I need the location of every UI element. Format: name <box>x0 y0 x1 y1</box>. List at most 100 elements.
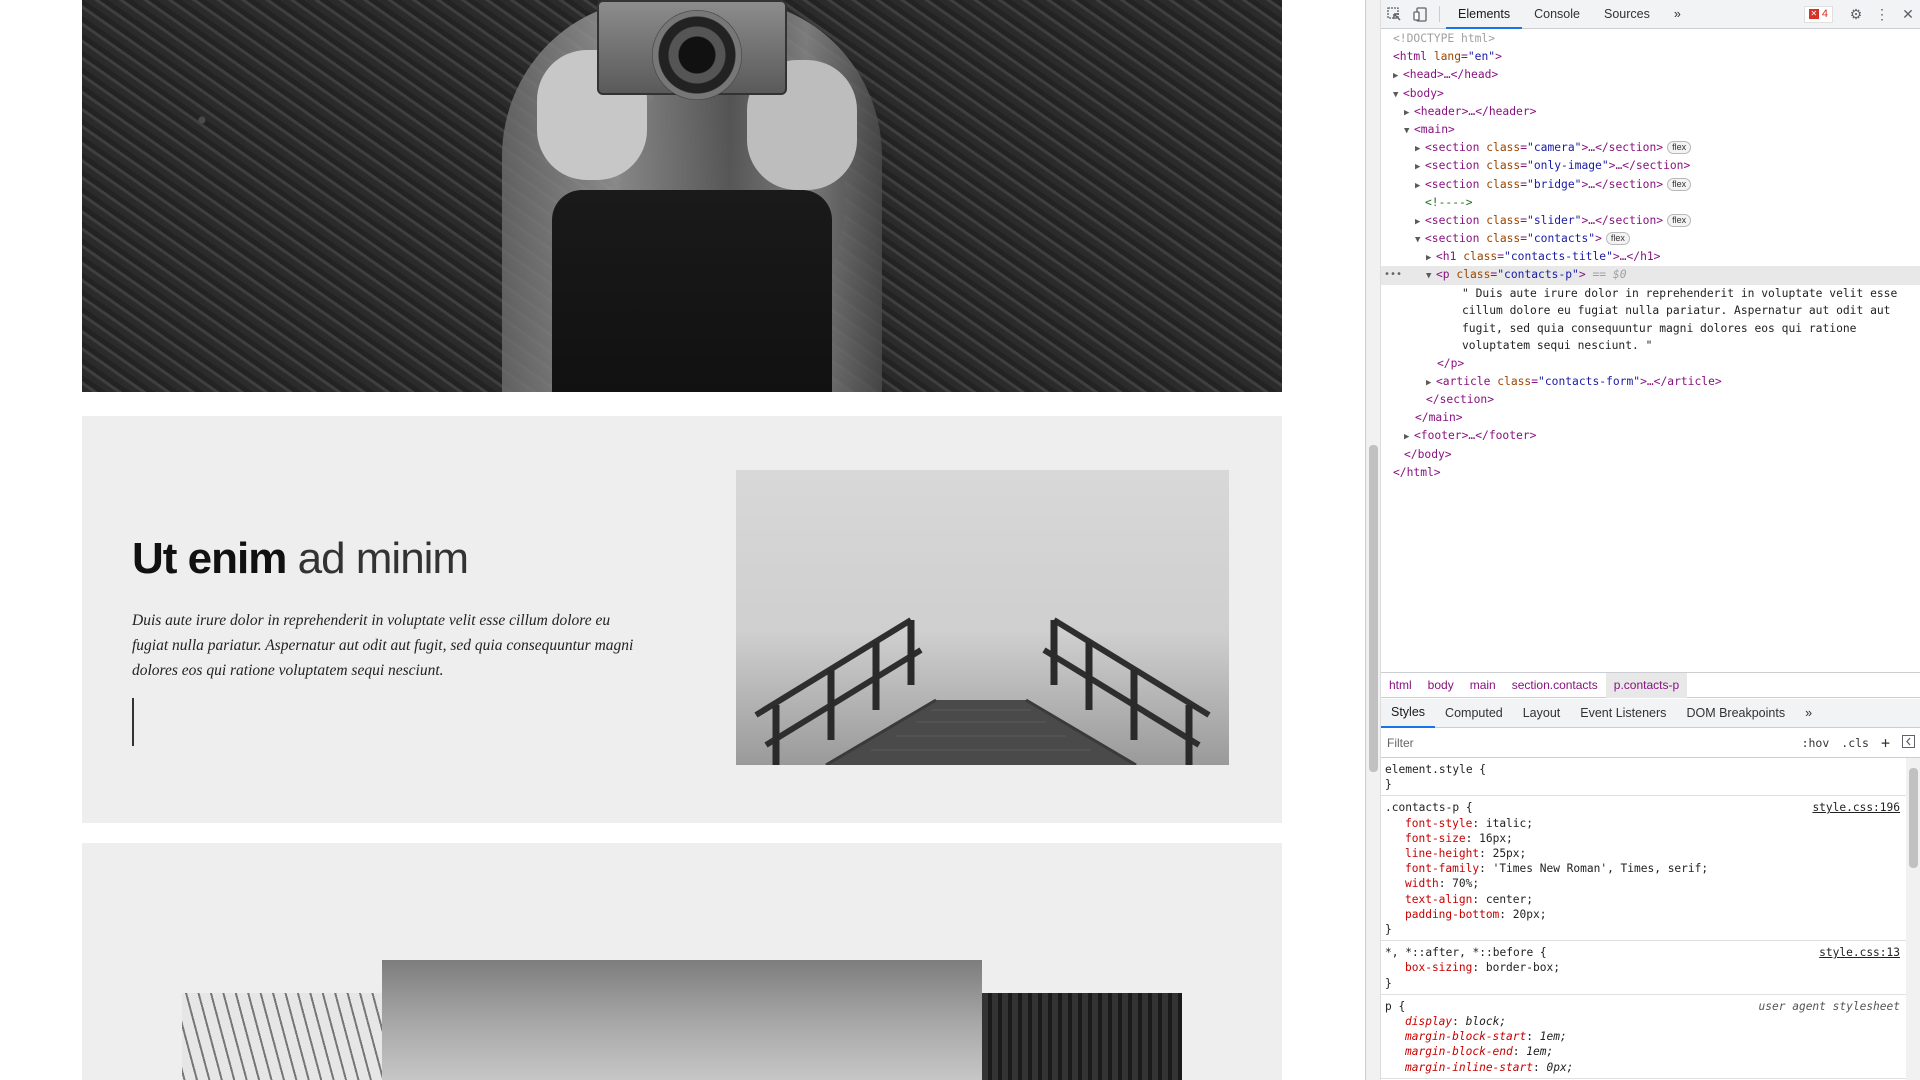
more-actions-icon[interactable]: ••• <box>1384 266 1402 284</box>
dom-section-slider[interactable]: ▶ <section class="slider">…</section> flex <box>1381 212 1920 230</box>
slide-next[interactable] <box>982 993 1182 1080</box>
css-property[interactable]: width: 70%; <box>1385 876 1902 891</box>
expand-triangle-icon[interactable]: ▶ <box>1415 177 1425 195</box>
page-scrollbar-thumb[interactable] <box>1369 445 1378 772</box>
dom-h1-contacts-title[interactable]: ▶ <h1 class="contacts-title">…</h1> <box>1381 248 1920 266</box>
property-name[interactable]: padding-bottom <box>1405 908 1499 921</box>
css-property[interactable]: text-align: center; <box>1385 892 1902 907</box>
css-property[interactable]: box-sizing: border-box; <box>1385 960 1902 975</box>
tab-styles[interactable]: Styles <box>1381 699 1436 728</box>
expand-triangle-icon[interactable]: ▶ <box>1426 249 1436 267</box>
element-style-selector[interactable]: element.style { <box>1385 762 1902 777</box>
filter-input[interactable] <box>1381 732 1796 754</box>
new-rule-button[interactable]: + <box>1875 734 1896 752</box>
css-property[interactable]: padding-bottom: 20px; <box>1385 907 1902 922</box>
dom-p-text-node[interactable]: " Duis aute irure dolor in reprehenderit… <box>1381 285 1920 355</box>
dom-tree[interactable]: <!DOCTYPE html> <html lang="en"> ▶ <head>… <box>1381 30 1920 672</box>
dom-doctype[interactable]: <!DOCTYPE html> <box>1381 30 1920 48</box>
expand-triangle-icon[interactable]: ▶ <box>1415 158 1425 176</box>
rule-universal[interactable]: style.css:13 *, *::after, *::before { bo… <box>1381 941 1906 995</box>
breadcrumb-html[interactable]: html <box>1381 673 1420 698</box>
css-property[interactable]: font-family: 'Times New Roman', Times, s… <box>1385 861 1902 876</box>
property-value[interactable]: 20px; <box>1513 908 1547 921</box>
property-name[interactable]: font-size <box>1405 832 1466 845</box>
inspect-element-icon[interactable] <box>1381 0 1407 28</box>
dom-main-open[interactable]: ▼ <main> <box>1381 121 1920 139</box>
css-property[interactable]: font-size: 16px; <box>1385 831 1902 846</box>
property-value[interactable]: 16px; <box>1479 832 1513 845</box>
property-name[interactable]: font-family <box>1405 862 1479 875</box>
property-name[interactable]: line-height <box>1405 847 1479 860</box>
dom-header[interactable]: ▶ <header>…</header> <box>1381 103 1920 121</box>
flex-badge[interactable]: flex <box>1667 177 1692 191</box>
more-tabs-button[interactable]: » <box>1662 0 1693 29</box>
flex-badge[interactable]: flex <box>1667 213 1692 227</box>
settings-gear-icon[interactable]: ⚙ <box>1843 0 1869 28</box>
breadcrumb-main[interactable]: main <box>1462 673 1504 698</box>
breadcrumb-section-contacts[interactable]: section.contacts <box>1504 673 1606 698</box>
tab-layout[interactable]: Layout <box>1513 699 1571 728</box>
property-value[interactable]: 70%; <box>1452 877 1479 890</box>
cls-toggle-button[interactable]: .cls <box>1835 736 1875 750</box>
collapse-triangle-icon[interactable]: ▼ <box>1415 231 1425 249</box>
expand-triangle-icon[interactable]: ▶ <box>1415 140 1425 158</box>
property-name[interactable]: font-style <box>1405 817 1472 830</box>
collapse-triangle-icon[interactable]: ▼ <box>1426 267 1436 285</box>
property-value[interactable]: 'Times New Roman', Times, serif; <box>1493 862 1709 875</box>
tab-computed[interactable]: Computed <box>1435 699 1513 728</box>
kebab-menu-icon[interactable]: ⋮ <box>1869 0 1895 28</box>
dom-body-close[interactable]: </body> <box>1381 446 1920 464</box>
css-property[interactable]: font-style: italic; <box>1385 816 1902 831</box>
flex-badge[interactable]: flex <box>1667 141 1692 155</box>
css-property[interactable]: line-height: 25px; <box>1385 846 1902 861</box>
more-subtabs-button[interactable]: » <box>1795 699 1822 728</box>
styles-pane[interactable]: element.style { } style.css:196 .contact… <box>1381 758 1906 1080</box>
device-toolbar-icon[interactable] <box>1407 0 1433 28</box>
breadcrumb-body[interactable]: body <box>1420 673 1462 698</box>
dom-article-contacts-form[interactable]: ▶ <article class="contacts-form">…</artic… <box>1381 373 1920 391</box>
dom-footer[interactable]: ▶ <footer>…</footer> <box>1381 427 1920 445</box>
dom-section-only-image[interactable]: ▶ <section class="only-image">…</section> <box>1381 157 1920 175</box>
styles-scrollbar-thumb[interactable] <box>1909 768 1918 868</box>
page-scrollbar[interactable] <box>1366 0 1381 1080</box>
dom-head[interactable]: ▶ <head>…</head> <box>1381 66 1920 84</box>
property-value[interactable]: border-box; <box>1486 961 1560 974</box>
property-name[interactable]: text-align <box>1405 893 1472 906</box>
tab-sources[interactable]: Sources <box>1592 0 1662 29</box>
expand-triangle-icon[interactable]: ▶ <box>1426 374 1436 392</box>
dom-section-close[interactable]: </section> <box>1381 391 1920 409</box>
dom-html-open[interactable]: <html lang="en"> <box>1381 48 1920 66</box>
property-value[interactable]: italic; <box>1486 817 1533 830</box>
flex-badge[interactable]: flex <box>1605 232 1630 246</box>
slide-previous[interactable] <box>182 993 382 1080</box>
dom-p-close[interactable]: </p> <box>1381 355 1920 373</box>
property-value[interactable]: center; <box>1486 893 1533 906</box>
breadcrumb-p-contacts[interactable]: p.contacts-p <box>1605 672 1688 698</box>
expand-triangle-icon[interactable]: ▶ <box>1404 428 1414 446</box>
rule-source-link[interactable]: style.css:13 <box>1819 945 1900 960</box>
expand-triangle-icon[interactable]: ▶ <box>1404 104 1414 122</box>
tab-dom-breakpoints[interactable]: DOM Breakpoints <box>1676 699 1795 728</box>
dom-comment[interactable]: <!----> <box>1381 194 1920 212</box>
property-value[interactable]: 25px; <box>1493 847 1527 860</box>
rule-contacts-p[interactable]: style.css:196 .contacts-p { font-style: … <box>1381 796 1906 942</box>
slide-current[interactable] <box>382 960 982 1080</box>
tab-console[interactable]: Console <box>1522 0 1592 29</box>
dom-main-close[interactable]: </main> <box>1381 409 1920 427</box>
hov-toggle-button[interactable]: :hov <box>1796 736 1836 750</box>
collapse-triangle-icon[interactable]: ▼ <box>1404 122 1414 140</box>
tab-elements[interactable]: Elements <box>1446 0 1523 29</box>
dom-body-open[interactable]: ▼ <body> <box>1381 85 1920 103</box>
close-icon[interactable]: ✕ <box>1895 0 1920 28</box>
expand-triangle-icon[interactable]: ▶ <box>1393 67 1403 85</box>
error-badge[interactable]: ✕ 4 <box>1803 5 1833 23</box>
toggle-sidebar-icon[interactable] <box>1896 735 1920 751</box>
dom-html-close[interactable]: </html> <box>1381 464 1920 482</box>
styles-scrollbar[interactable] <box>1906 758 1920 1080</box>
dom-section-contacts[interactable]: ▼ <section class="contacts"> flex <box>1381 230 1920 248</box>
rule-source-link[interactable]: style.css:196 <box>1812 800 1900 815</box>
expand-triangle-icon[interactable]: ▶ <box>1415 213 1425 231</box>
tab-event-listeners[interactable]: Event Listeners <box>1570 699 1676 728</box>
dom-section-camera[interactable]: ▶ <section class="camera">…</section> flex <box>1381 139 1920 157</box>
dom-p-contacts-selected[interactable]: ••• ▼ <p class="contacts-p"> == $0 <box>1381 266 1920 285</box>
